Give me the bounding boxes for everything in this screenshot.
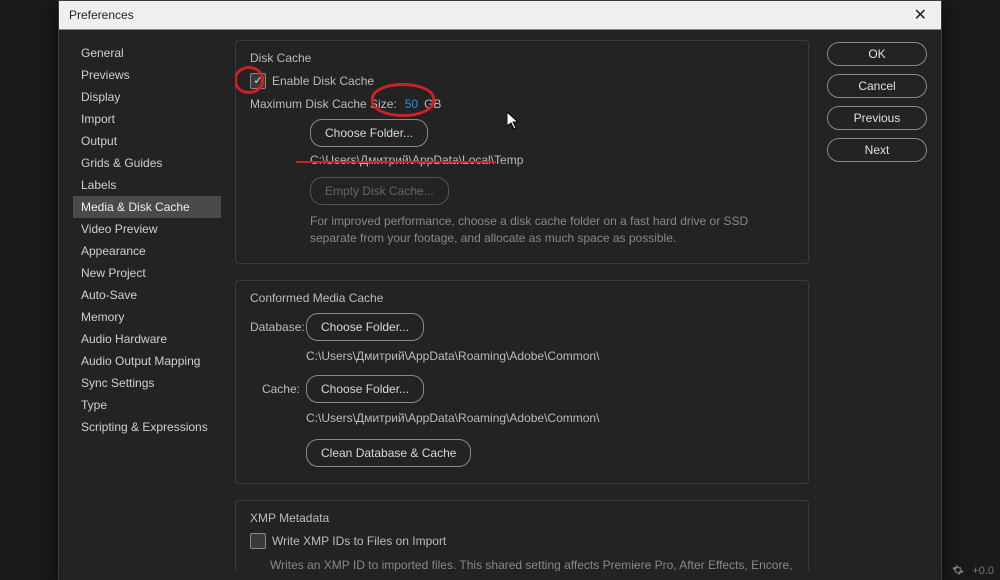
max-cache-size-row: Maximum Disk Cache Size: 50 GB [250,97,794,111]
preferences-dialog: Preferences ✕ GeneralPreviewsDisplayImpo… [58,0,942,580]
next-button[interactable]: Next [827,138,927,162]
sidebar-item-memory[interactable]: Memory [73,306,221,328]
sidebar-item-grids-guides[interactable]: Grids & Guides [73,152,221,174]
sidebar-item-previews[interactable]: Previews [73,64,221,86]
cache-choose-folder-button[interactable]: Choose Folder... [306,375,424,403]
sidebar-item-audio-output-mapping[interactable]: Audio Output Mapping [73,350,221,372]
sidebar-item-video-preview[interactable]: Video Preview [73,218,221,240]
titlebar: Preferences ✕ [59,1,941,30]
close-icon[interactable]: ✕ [910,5,931,25]
conformed-cache-panel: Conformed Media Cache Database: Choose F… [235,280,809,484]
sidebar-item-output[interactable]: Output [73,130,221,152]
sidebar-item-scripting-expressions[interactable]: Scripting & Expressions [73,416,221,438]
clean-database-button[interactable]: Clean Database & Cache [306,439,471,467]
sidebar-item-sync-settings[interactable]: Sync Settings [73,372,221,394]
disk-cache-panel: Disk Cache Enable Disk Cache Maximum Dis… [235,40,809,264]
database-path: C:\Users\Дмитрий\AppData\Roaming\Adobe\C… [306,349,794,363]
disk-cache-help: For improved performance, choose a disk … [310,213,794,247]
panel-title-xmp: XMP Metadata [250,511,794,525]
enable-disk-cache-checkbox[interactable] [250,73,266,89]
database-choose-folder-button[interactable]: Choose Folder... [306,313,424,341]
gear-icon[interactable] [952,564,964,579]
enable-disk-cache-label: Enable Disk Cache [272,74,374,88]
sidebar-item-audio-hardware[interactable]: Audio Hardware [73,328,221,350]
cache-path: C:\Users\Дмитрий\AppData\Roaming\Adobe\C… [306,411,794,425]
sidebar-item-type[interactable]: Type [73,394,221,416]
sidebar-item-media-disk-cache[interactable]: Media & Disk Cache [73,196,221,218]
xmp-panel: XMP Metadata Write XMP IDs to Files on I… [235,500,809,571]
sidebar-item-general[interactable]: General [73,42,221,64]
cache-label: Cache: [250,382,300,396]
ok-button[interactable]: OK [827,42,927,66]
sidebar-item-display[interactable]: Display [73,86,221,108]
write-xmp-checkbox[interactable] [250,533,266,549]
max-cache-size-label: Maximum Disk Cache Size: [250,97,397,111]
dialog-title: Preferences [69,8,910,22]
empty-disk-cache-button: Empty Disk Cache... [310,177,449,205]
sidebar-item-labels[interactable]: Labels [73,174,221,196]
previous-button[interactable]: Previous [827,106,927,130]
xmp-help: Writes an XMP ID to imported files. This… [270,557,794,571]
disk-cache-path: C:\Users\Дмитрий\AppData\Local\Temp [310,153,794,167]
enable-disk-cache-row: Enable Disk Cache [250,73,794,89]
status-bar: +0.0 [946,562,1000,580]
cancel-button[interactable]: Cancel [827,74,927,98]
sidebar-item-auto-save[interactable]: Auto-Save [73,284,221,306]
panel-title-disk-cache: Disk Cache [250,51,794,65]
sidebar-item-new-project[interactable]: New Project [73,262,221,284]
database-label: Database: [250,320,300,334]
preferences-sidebar: GeneralPreviewsDisplayImportOutputGrids … [73,40,221,571]
write-xmp-label: Write XMP IDs to Files on Import [272,534,446,548]
panel-title-conformed: Conformed Media Cache [250,291,794,305]
main-content: Disk Cache Enable Disk Cache Maximum Dis… [235,40,813,571]
dialog-buttons-column: OK Cancel Previous Next [827,40,927,571]
status-value: +0.0 [972,565,994,577]
sidebar-item-appearance[interactable]: Appearance [73,240,221,262]
max-cache-size-unit: GB [424,97,441,111]
sidebar-item-import[interactable]: Import [73,108,221,130]
choose-folder-button[interactable]: Choose Folder... [310,119,428,147]
max-cache-size-value[interactable]: 50 [405,97,418,111]
